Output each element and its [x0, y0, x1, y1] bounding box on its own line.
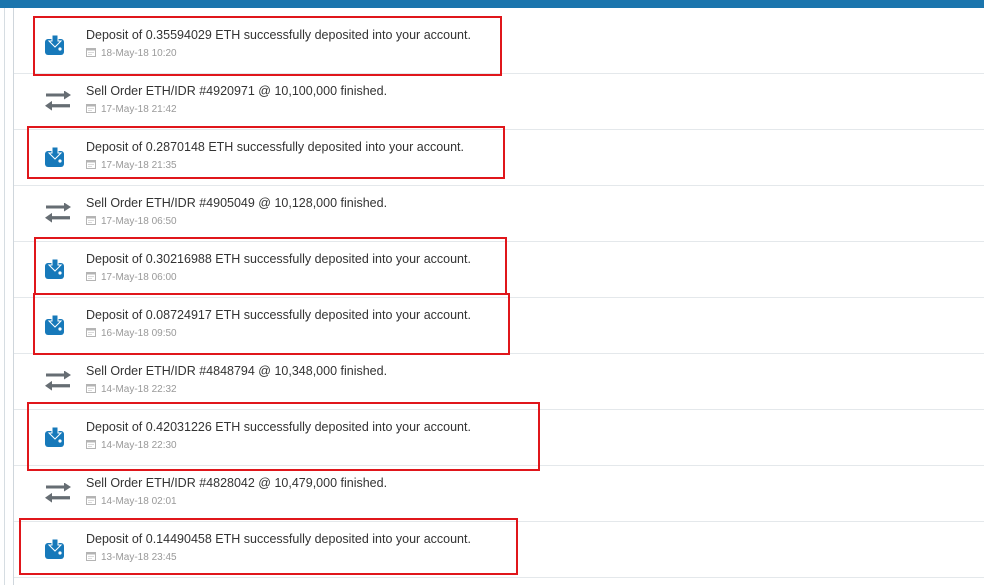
activity-timestamp: 13-May-18 23:45 — [86, 551, 177, 563]
activity-timestamp: 17-May-18 21:35 — [86, 159, 177, 171]
activity-item-deposit[interactable]: Deposit of 0.2870148 ETH successfully de… — [14, 130, 984, 186]
activity-message: Deposit of 0.08724917 ETH successfully d… — [86, 308, 471, 322]
activity-timestamp: 14-May-18 22:32 — [86, 383, 177, 395]
calendar-icon — [86, 552, 96, 561]
calendar-icon — [86, 328, 96, 337]
calendar-icon — [86, 160, 96, 169]
calendar-icon — [86, 48, 96, 57]
wallet-download-icon — [44, 539, 66, 561]
wallet-download-icon — [44, 427, 66, 449]
activity-message: Deposit of 0.42031226 ETH successfully d… — [86, 420, 471, 434]
header-bar — [0, 0, 984, 8]
gutter-divider — [4, 8, 5, 585]
activity-message: Sell Order ETH/IDR #4848794 @ 10,348,000… — [86, 364, 388, 378]
activity-message: Deposit of 0.30216988 ETH successfully d… — [86, 252, 471, 266]
calendar-icon — [86, 384, 96, 393]
exchange-arrows-icon — [44, 203, 71, 225]
wallet-download-icon — [44, 147, 66, 169]
activity-message: Sell Order ETH/IDR #4905049 @ 10,128,000… — [86, 196, 388, 210]
exchange-arrows-icon — [44, 91, 71, 113]
calendar-icon — [86, 216, 96, 225]
wallet-download-icon — [44, 259, 66, 281]
activity-item-deposit[interactable]: Deposit of 0.30216988 ETH successfully d… — [14, 242, 984, 298]
activity-timestamp: 18-May-18 10:20 — [86, 47, 177, 59]
activity-item-sell[interactable]: Sell Order ETH/IDR #4905049 @ 10,128,000… — [14, 186, 984, 242]
calendar-icon — [86, 104, 96, 113]
calendar-icon — [86, 272, 96, 281]
activity-timestamp: 16-May-18 09:50 — [86, 327, 177, 339]
activity-item-sell[interactable]: Sell Order ETH/IDR #4828042 @ 10,479,000… — [14, 466, 984, 522]
activity-item-sell[interactable]: Sell Order ETH/IDR #4848794 @ 10,348,000… — [14, 354, 984, 410]
calendar-icon — [86, 496, 96, 505]
activity-timestamp: 14-May-18 22:30 — [86, 439, 177, 451]
activity-item-sell[interactable]: Sell Order ETH/IDR #4920971 @ 10,100,000… — [14, 74, 984, 130]
calendar-icon — [86, 440, 96, 449]
activity-item-deposit[interactable]: Deposit of 0.08724917 ETH successfully d… — [14, 298, 984, 354]
activity-message: Deposit of 0.2870148 ETH successfully de… — [86, 140, 464, 154]
wallet-download-icon — [44, 35, 66, 57]
activity-timestamp: 17-May-18 21:42 — [86, 103, 177, 115]
activity-message: Deposit of 0.35594029 ETH successfully d… — [86, 28, 471, 42]
activity-timestamp: 17-May-18 06:00 — [86, 271, 177, 283]
exchange-arrows-icon — [44, 483, 71, 505]
activity-timestamp: 17-May-18 06:50 — [86, 215, 177, 227]
left-gutter — [0, 8, 14, 585]
activity-item-deposit[interactable]: Deposit of 0.35594029 ETH successfully d… — [14, 18, 984, 74]
activity-feed: Deposit of 0.35594029 ETH successfully d… — [14, 8, 984, 585]
activity-message: Deposit of 0.14490458 ETH successfully d… — [86, 532, 471, 546]
exchange-arrows-icon — [44, 371, 71, 393]
activity-message: Sell Order ETH/IDR #4828042 @ 10,479,000… — [86, 476, 388, 490]
activity-item-deposit[interactable]: Deposit of 0.14490458 ETH successfully d… — [14, 522, 984, 578]
activity-timestamp: 14-May-18 02:01 — [86, 495, 177, 507]
wallet-download-icon — [44, 315, 66, 337]
activity-item-deposit[interactable]: Deposit of 0.42031226 ETH successfully d… — [14, 410, 984, 466]
activity-message: Sell Order ETH/IDR #4920971 @ 10,100,000… — [86, 84, 388, 98]
